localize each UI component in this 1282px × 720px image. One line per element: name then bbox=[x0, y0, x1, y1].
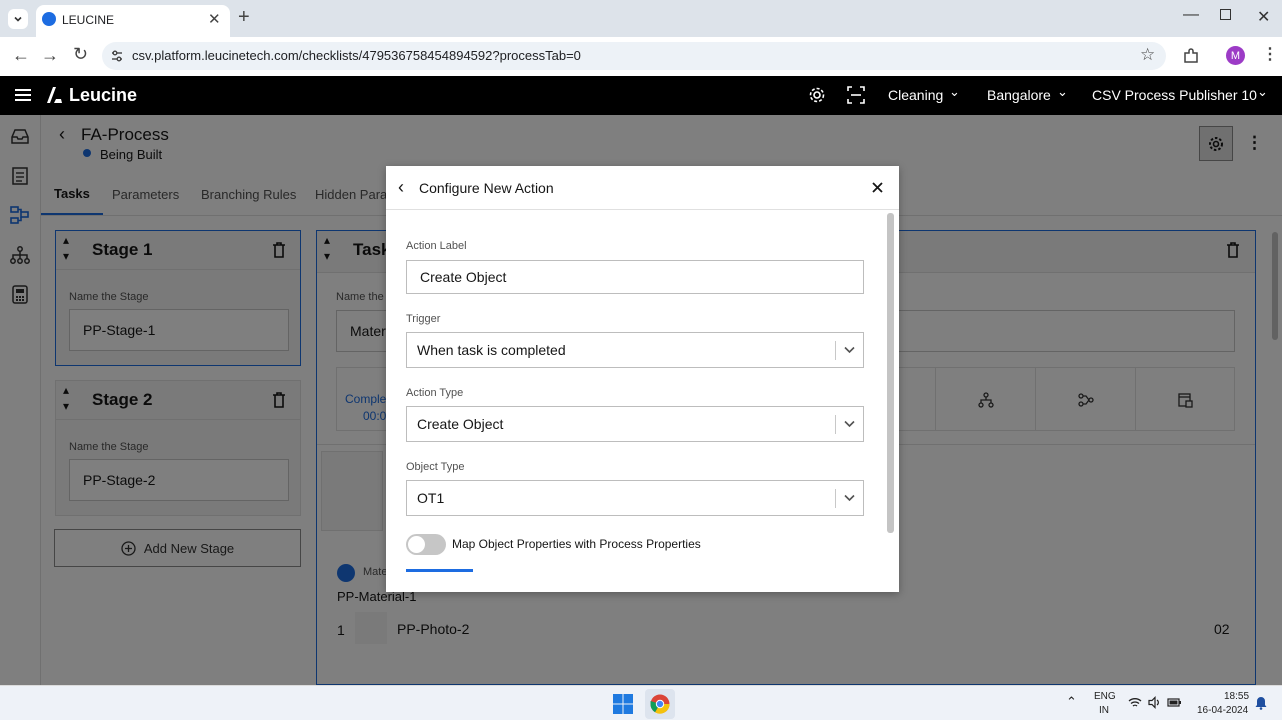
scan-icon[interactable] bbox=[847, 86, 865, 104]
reload-icon[interactable]: ↻ bbox=[73, 44, 88, 65]
clock-time[interactable]: 18:55 bbox=[1224, 691, 1249, 702]
new-tab-icon[interactable]: + bbox=[238, 6, 250, 29]
toggle-knob bbox=[408, 536, 425, 553]
minimize-window-icon[interactable]: — bbox=[1183, 6, 1199, 24]
divider bbox=[835, 341, 836, 360]
browser-tab[interactable]: LEUCINE ✕ bbox=[36, 5, 230, 37]
back-icon[interactable]: ‹ bbox=[398, 177, 404, 198]
action-type-select[interactable]: Create Object bbox=[406, 406, 864, 442]
chevron-down-icon bbox=[844, 420, 855, 428]
trigger-label: Trigger bbox=[406, 313, 441, 325]
extensions-icon[interactable] bbox=[1182, 47, 1200, 65]
tab-search-button[interactable] bbox=[8, 9, 28, 29]
leucine-favicon-icon bbox=[42, 12, 56, 26]
show-hidden-icons-icon[interactable]: ⌃ bbox=[1066, 694, 1077, 710]
forward-arrow-icon[interactable]: → bbox=[41, 45, 59, 66]
browser-tab-strip: LEUCINE ✕ + — ✕ bbox=[0, 0, 1282, 37]
progress-indicator bbox=[406, 569, 473, 572]
chevron-down-icon: ⌄ bbox=[1257, 84, 1268, 99]
object-type-label: Object Type bbox=[406, 461, 465, 473]
os-taskbar: ⌃ ENG IN 18:55 16-04-2024 bbox=[0, 685, 1282, 720]
chevron-down-icon: ⌄ bbox=[949, 84, 960, 99]
profile-avatar[interactable]: M bbox=[1226, 46, 1245, 65]
user-menu[interactable]: CSV Process Publisher 10 bbox=[1092, 87, 1257, 103]
chevron-down-icon bbox=[844, 346, 855, 354]
chrome-icon bbox=[650, 694, 670, 714]
divider bbox=[835, 415, 836, 434]
browser-menu-icon[interactable]: ⋮ bbox=[1262, 44, 1278, 64]
hamburger-menu-icon[interactable] bbox=[15, 88, 31, 102]
clock-date: 16-04-2024 bbox=[1197, 705, 1249, 716]
trigger-value: When task is completed bbox=[417, 342, 566, 358]
use-case-selector[interactable]: Cleaning bbox=[888, 87, 943, 103]
object-type-select[interactable]: OT1 bbox=[406, 480, 864, 516]
windows-start-icon[interactable] bbox=[613, 694, 633, 714]
language-primary[interactable]: ENG bbox=[1094, 691, 1116, 702]
configure-action-modal: ‹ Configure New Action Action Label Crea… bbox=[386, 166, 899, 592]
bookmark-star-icon[interactable]: ☆ bbox=[1140, 45, 1155, 65]
maximize-window-icon[interactable] bbox=[1220, 9, 1231, 20]
battery-icon[interactable] bbox=[1167, 697, 1182, 708]
wifi-icon[interactable] bbox=[1128, 697, 1142, 708]
divider bbox=[835, 489, 836, 508]
close-icon[interactable] bbox=[872, 182, 883, 193]
close-window-icon[interactable]: ✕ bbox=[1257, 7, 1270, 27]
tab-title: LEUCINE bbox=[62, 13, 115, 27]
chevron-down-icon bbox=[14, 16, 22, 22]
map-properties-label: Map Object Properties with Process Prope… bbox=[452, 537, 701, 551]
trigger-select[interactable]: When task is completed bbox=[406, 332, 864, 368]
app-header: Leucine Cleaning ⌄ Bangalore ⌄ CSV Proce… bbox=[0, 76, 1282, 115]
divider bbox=[386, 209, 899, 210]
back-arrow-icon[interactable]: ← bbox=[12, 45, 30, 66]
site-settings-icon[interactable] bbox=[110, 49, 124, 63]
modal-scrollbar[interactable] bbox=[887, 213, 894, 533]
object-type-value: OT1 bbox=[417, 490, 445, 506]
gear-icon[interactable] bbox=[808, 86, 826, 104]
leucine-logo-icon bbox=[47, 87, 62, 103]
volume-icon[interactable] bbox=[1148, 696, 1161, 709]
url-text: csv.platform.leucinetech.com/checklists/… bbox=[132, 48, 581, 63]
chevron-down-icon bbox=[844, 494, 855, 502]
facility-selector[interactable]: Bangalore bbox=[987, 87, 1051, 103]
brand-name: Leucine bbox=[69, 85, 138, 105]
address-bar[interactable]: csv.platform.leucinetech.com/checklists/… bbox=[102, 42, 1166, 70]
action-type-value: Create Object bbox=[417, 416, 504, 432]
map-properties-toggle[interactable] bbox=[406, 534, 446, 555]
action-label-label: Action Label bbox=[406, 240, 467, 252]
notification-bell-icon[interactable] bbox=[1255, 696, 1267, 710]
language-secondary: IN bbox=[1099, 705, 1109, 716]
close-tab-icon[interactable]: ✕ bbox=[208, 10, 221, 28]
action-type-label: Action Type bbox=[406, 387, 464, 399]
chevron-down-icon: ⌄ bbox=[1057, 84, 1068, 99]
modal-title: Configure New Action bbox=[419, 180, 554, 196]
chrome-taskbar-button[interactable] bbox=[645, 689, 675, 719]
action-label-input[interactable]: Create Object bbox=[406, 260, 864, 294]
